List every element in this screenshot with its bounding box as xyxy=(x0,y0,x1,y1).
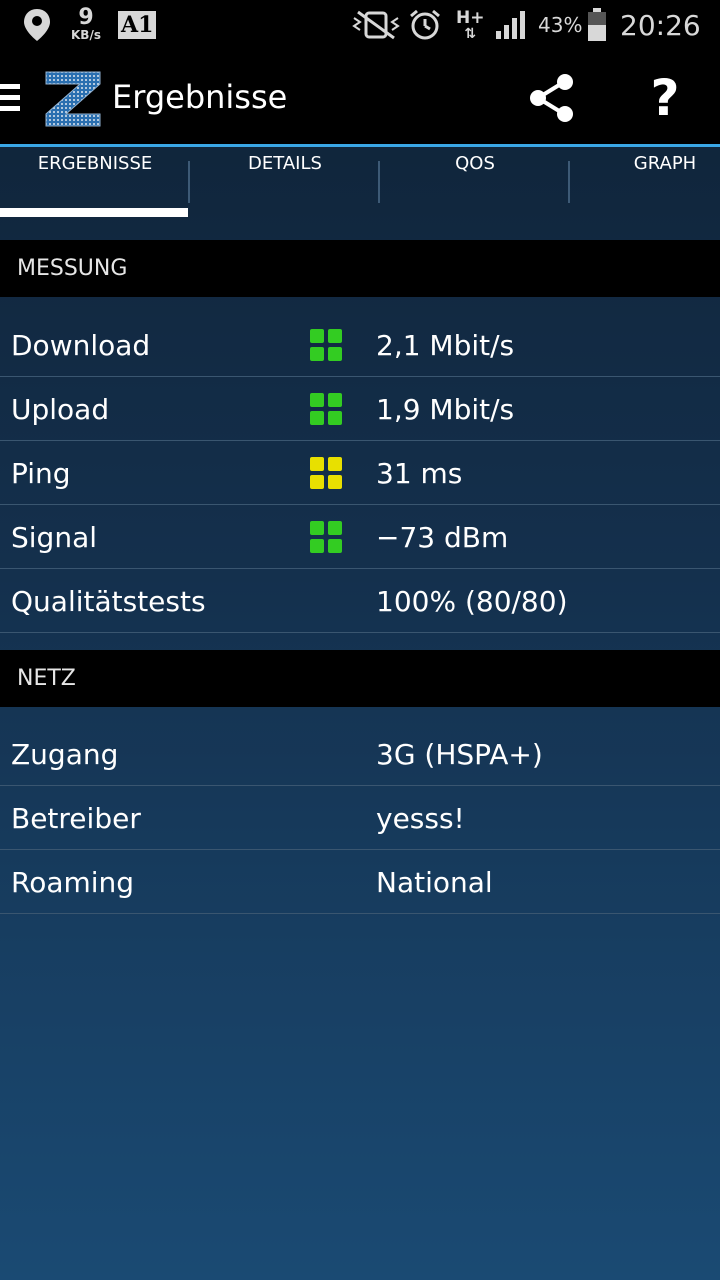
network-type: H+ xyxy=(456,8,485,28)
row-label: Roaming xyxy=(11,865,135,899)
network-row-betreiber[interactable]: Betreiber yesss! xyxy=(0,786,720,850)
carrier-icon: A1 xyxy=(118,0,157,50)
carrier-badge: A1 xyxy=(118,11,157,39)
clock: 20:26 xyxy=(620,0,701,50)
network-speed: 9 KB/s xyxy=(66,0,106,50)
row-value: 31 ms xyxy=(376,456,463,490)
tab-graph[interactable]: GRAPH xyxy=(570,147,720,217)
section-header-messung: MESSUNG xyxy=(0,240,720,297)
menu-icon[interactable] xyxy=(0,84,20,114)
row-label: Ping xyxy=(11,456,71,490)
share-button[interactable] xyxy=(526,72,578,124)
tab-bar: ERGEBNISSE DETAILS QOS GRAPH xyxy=(0,147,720,217)
result-row-signal[interactable]: Signal −73 dBm xyxy=(0,505,720,569)
row-label: Download xyxy=(11,328,151,362)
signal-icon xyxy=(494,0,528,50)
share-icon xyxy=(530,74,573,122)
battery-percent-text: 43% xyxy=(538,13,583,37)
network-row-roaming[interactable]: Roaming National xyxy=(0,850,720,914)
row-value: 2,1 Mbit/s xyxy=(376,328,515,362)
row-value: −73 dBm xyxy=(376,520,509,554)
row-label: Signal xyxy=(11,520,98,554)
row-label: Qualitätstests xyxy=(11,584,206,618)
speed-unit: KB/s xyxy=(71,28,101,42)
row-label: Betreiber xyxy=(11,801,141,835)
row-value: National xyxy=(376,865,493,899)
quality-indicator-icon xyxy=(310,521,344,555)
row-label: Zugang xyxy=(11,737,119,771)
vibrate-mute-icon xyxy=(352,0,400,50)
quality-indicator-icon xyxy=(310,393,344,427)
section-header-netz: NETZ xyxy=(0,650,720,707)
clock-text: 20:26 xyxy=(620,8,701,42)
app-logo: Z xyxy=(44,70,102,128)
result-row-ping[interactable]: Ping 31 ms xyxy=(0,441,720,505)
app-bar xyxy=(0,50,720,144)
result-row-quality-tests[interactable]: Qualitätstests 100% (80/80) xyxy=(0,569,720,633)
quality-indicator-icon xyxy=(310,329,344,363)
tab-qos[interactable]: QOS xyxy=(380,147,570,217)
arrows-glyph: ⇅ xyxy=(464,26,477,42)
help-button[interactable]: ? xyxy=(640,68,690,128)
active-tab-indicator xyxy=(0,208,188,217)
row-value: 3G (HSPA+) xyxy=(376,737,543,771)
page-title: Ergebnisse xyxy=(112,78,288,116)
row-value: 1,9 Mbit/s xyxy=(376,392,515,426)
alarm-icon xyxy=(408,0,442,50)
tab-ergebnisse[interactable]: ERGEBNISSE xyxy=(0,147,190,217)
row-value: yesss! xyxy=(376,801,465,835)
location-icon xyxy=(22,0,52,50)
result-row-download[interactable]: Download 2,1 Mbit/s xyxy=(0,313,720,377)
battery-percent: 43% xyxy=(538,0,582,50)
network-row-zugang[interactable]: Zugang 3G (HSPA+) xyxy=(0,722,720,786)
row-label: Upload xyxy=(11,392,110,426)
result-row-upload[interactable]: Upload 1,9 Mbit/s xyxy=(0,377,720,441)
tab-details[interactable]: DETAILS xyxy=(190,147,380,217)
network-arrows-icon: H+ ⇅ xyxy=(456,0,484,50)
row-value: 100% (80/80) xyxy=(376,584,568,618)
status-bar: 9 KB/s A1 H+ ⇅ 43% 20:26 xyxy=(0,0,720,50)
battery-icon xyxy=(586,0,608,50)
speed-value: 9 xyxy=(78,5,94,30)
quality-indicator-icon xyxy=(310,457,344,491)
